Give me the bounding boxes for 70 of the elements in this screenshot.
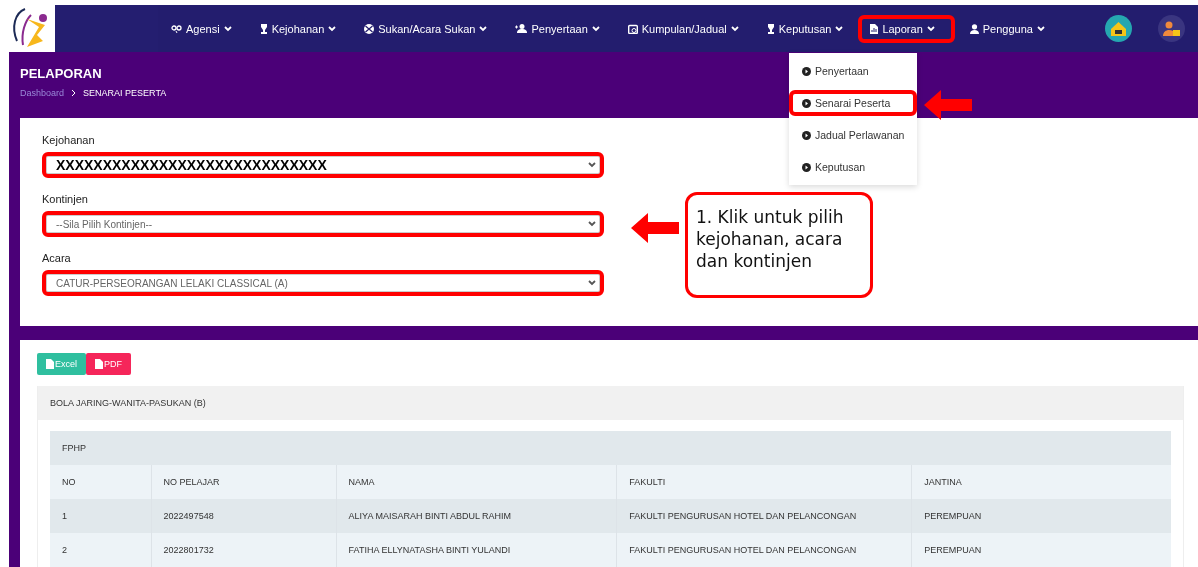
chevron-down-icon <box>223 25 232 32</box>
nav-menu-item[interactable]: Kejohanan <box>246 12 350 45</box>
table-cell: FAKULTI PENGURUSAN HOTEL DAN PELANCONGAN <box>616 499 912 533</box>
calendar-icon <box>627 23 638 34</box>
select-field[interactable]: --Sila Pilih Kontinjen-- <box>42 211 604 237</box>
callout-note: 1. Klik untuk pilih kejohanan, acara dan kontinjen <box>685 192 873 298</box>
play-circle-icon <box>802 98 811 108</box>
group-title: BOLA JARING-WANITA-PASUKAN (B) <box>38 386 1183 420</box>
field-label: Kejohanan <box>42 134 95 146</box>
nav-menu-item[interactable]: Sukan/Acara Sukan <box>351 12 501 45</box>
trophy-icon <box>259 23 268 34</box>
nav-menu-item[interactable]: Penyertaan <box>502 12 613 45</box>
chevron-down-icon <box>588 162 596 168</box>
chevron-down-icon <box>591 25 600 32</box>
dropdown-menu-item[interactable]: Keputusan <box>789 154 917 180</box>
chevron-right-icon <box>71 89 77 97</box>
nav-menu-item[interactable]: Agensi <box>158 12 245 45</box>
user-lock-icon[interactable] <box>1158 15 1185 42</box>
link-icon <box>171 24 182 33</box>
dropdown-menu-item[interactable]: Penyertaan <box>789 58 917 84</box>
breadcrumb-link[interactable]: Dashboard <box>20 88 65 98</box>
table-cell: 2 <box>50 533 152 567</box>
chevron-down-icon <box>1036 25 1045 32</box>
users-icon <box>515 24 528 33</box>
nav-menu-item[interactable]: Kumpulan/Jadual <box>614 12 752 45</box>
table-cell: PEREMPUAN <box>911 499 1171 533</box>
select-field[interactable]: CATUR-PERSEORANGAN LELAKI CLASSICAL (A) <box>42 270 604 296</box>
play-circle-icon <box>802 162 811 172</box>
chevron-down-icon <box>835 25 844 32</box>
chevron-down-icon <box>588 221 596 227</box>
ball-icon <box>364 23 375 34</box>
breadcrumb-current: SENARAI PESERTA <box>83 88 167 98</box>
field-label: Kontinjen <box>42 193 88 205</box>
user-icon <box>969 23 979 34</box>
table-caption: FPHP <box>50 431 1171 465</box>
chevron-down-icon <box>730 25 739 32</box>
nav-menu-item[interactable]: Laporan <box>858 14 955 43</box>
column-header: JANTINA <box>911 465 1171 499</box>
arrow-left-icon <box>924 90 972 120</box>
table-cell: FAKULTI PENGURUSAN HOTEL DAN PELANCONGAN <box>616 533 912 567</box>
pdf-export-button[interactable]: PDF <box>86 353 131 375</box>
dropdown-menu-item[interactable]: Jadual Perlawanan <box>789 122 917 148</box>
table-cell: 2022801732 <box>151 533 337 567</box>
field-label: Acara <box>42 252 71 264</box>
trophy-icon <box>766 23 775 34</box>
home-icon[interactable] <box>1105 15 1132 42</box>
chevron-down-icon <box>328 25 337 32</box>
chevron-down-icon <box>588 280 596 286</box>
table-cell: FATIHA ELLYNATASHA BINTI YULANDI <box>336 533 617 567</box>
table-cell: 2022497548 <box>151 499 337 533</box>
file-icon <box>46 359 54 369</box>
select-field[interactable]: XXXXXXXXXXXXXXXXXXXXXXXXXXXXX <box>42 152 604 178</box>
table-cell: ALIYA MAISARAH BINTI ABDUL RAHIM <box>336 499 617 533</box>
table-cell: 1 <box>50 499 152 533</box>
file-icon <box>95 359 103 369</box>
nav-menu-item[interactable]: Pengguna <box>956 12 1058 45</box>
chevron-down-icon <box>926 25 935 32</box>
page-title: PELAPORAN <box>20 66 102 81</box>
column-header: NO <box>50 465 152 499</box>
column-header: NO PELAJAR <box>151 465 337 499</box>
dropdown-menu-item[interactable]: Senarai Peserta <box>789 90 917 116</box>
column-header: FAKULTI <box>616 465 912 499</box>
play-circle-icon <box>802 130 811 140</box>
arrow-left-icon <box>631 213 679 243</box>
column-header: NAMA <box>336 465 617 499</box>
chevron-down-icon <box>479 25 488 32</box>
table-cell: PEREMPUAN <box>911 533 1171 567</box>
document-icon <box>870 23 879 34</box>
nav-menu-item[interactable]: Keputusan <box>753 12 857 45</box>
play-circle-icon <box>802 66 811 76</box>
